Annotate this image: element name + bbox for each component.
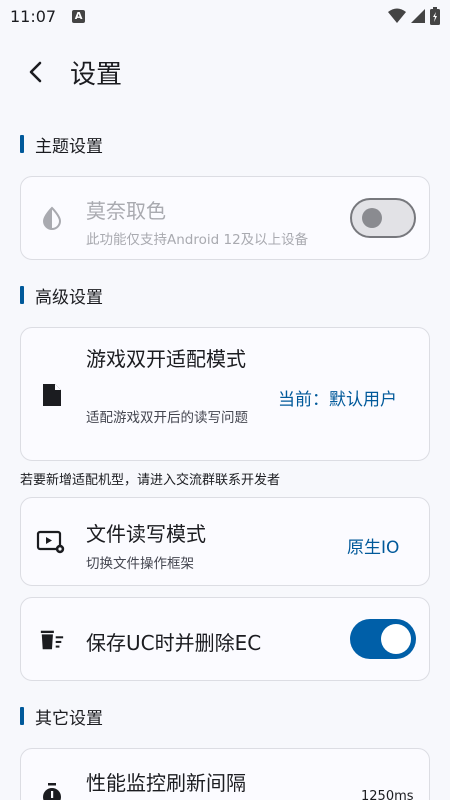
trash-list-icon [39, 627, 65, 653]
status-icons [388, 7, 440, 25]
file-icon [39, 382, 65, 408]
video-settings-icon [35, 529, 67, 555]
section-title: 主题设置 [35, 136, 103, 157]
section-theme-header: 主题设置 [20, 132, 103, 157]
back-arrow-icon [29, 61, 42, 83]
save-uc-card[interactable]: 保存UC时并删除EC [20, 597, 430, 681]
toggle-knob [362, 208, 382, 228]
dual-open-subtitle: 适配游戏双开后的读写问题 [86, 410, 248, 426]
status-bar: 11:07 A [0, 0, 450, 32]
file-rw-subtitle: 切换文件操作框架 [86, 556, 194, 572]
dual-open-hint: 若要新增适配机型，请进入交流群联系开发者 [20, 473, 281, 488]
monet-color-card[interactable]: 莫奈取色 此功能仅支持Android 12及以上设备 [20, 176, 430, 260]
section-title: 高级设置 [35, 287, 103, 308]
section-accent-bar [20, 286, 24, 304]
drop-icon [39, 205, 65, 231]
perf-value: 1250ms [361, 789, 414, 800]
perf-monitor-card[interactable]: 性能监控刷新间隔 1250ms [20, 748, 430, 800]
dual-open-card[interactable]: 游戏双开适配模式 适配游戏双开后的读写问题 当前：默认用户 [20, 327, 430, 461]
file-rw-value: 原生IO [347, 538, 400, 558]
perf-title: 性能监控刷新间隔 [86, 771, 246, 795]
app-bar: 设置 [0, 40, 450, 104]
wifi-icon [388, 8, 406, 23]
monet-title: 莫奈取色 [86, 199, 166, 223]
section-other-header: 其它设置 [20, 704, 103, 729]
save-uc-toggle[interactable] [350, 619, 416, 659]
status-time: 11:07 [10, 6, 57, 26]
section-accent-bar [20, 135, 24, 153]
section-title: 其它设置 [35, 708, 103, 729]
save-uc-title: 保存UC时并删除EC [86, 631, 262, 655]
monet-toggle[interactable] [350, 198, 416, 238]
battery-icon [430, 7, 440, 25]
back-button[interactable] [12, 48, 60, 96]
stopwatch-icon [39, 782, 65, 800]
signal-icon [411, 9, 425, 23]
notification-a-icon: A [72, 9, 86, 23]
dual-open-title: 游戏双开适配模式 [86, 347, 246, 371]
page-title: 设置 [70, 59, 123, 90]
monet-subtitle: 此功能仅支持Android 12及以上设备 [86, 232, 309, 248]
section-advanced-header: 高级设置 [20, 283, 103, 308]
dual-open-value: 当前：默认用户 [278, 390, 397, 410]
section-accent-bar [20, 707, 24, 725]
toggle-knob [381, 624, 411, 654]
file-rw-mode-card[interactable]: 文件读写模式 切换文件操作框架 原生IO [20, 497, 430, 586]
file-rw-title: 文件读写模式 [86, 522, 206, 546]
